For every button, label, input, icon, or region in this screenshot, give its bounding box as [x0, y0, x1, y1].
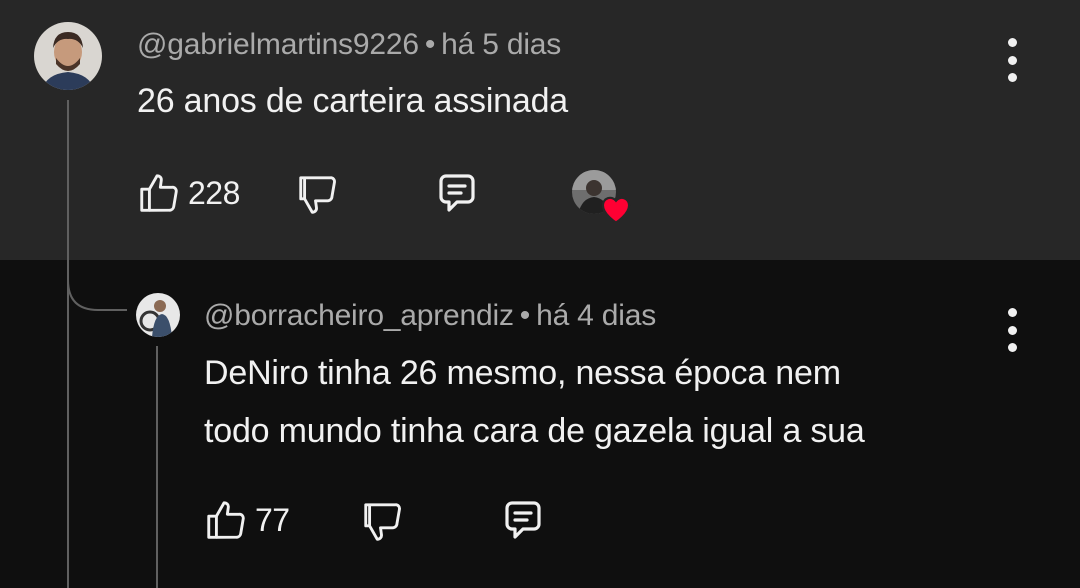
- comment-1: @gabrielmartins9226 • há 5 dias 26 anos de…: [0, 0, 1080, 260]
- comment-time[interactable]: há 5 dias: [441, 28, 561, 61]
- like-count: 228: [188, 174, 240, 211]
- dislike-button[interactable]: [360, 499, 406, 545]
- reply-thread-line: [156, 346, 158, 588]
- comment-meta: @borracheiro_aprendiz • há 4 dias: [204, 299, 656, 333]
- comment-text: 26 anos de carteira assinada: [137, 82, 569, 120]
- reply-icon: [505, 501, 541, 539]
- thread-branch: [67, 258, 127, 311]
- comment-time[interactable]: há 4 dias: [536, 299, 656, 332]
- comment-meta: @gabrielmartins9226 • há 5 dias: [137, 28, 561, 62]
- more-options-icon: [1007, 38, 1017, 47]
- creator-heart[interactable]: [572, 170, 636, 224]
- comment-text: DeNiro tinha 26 mesmo, nessa época nem t…: [204, 344, 865, 460]
- comment-text-line: todo mundo tinha cara de gazela igual a …: [204, 412, 865, 450]
- heart-icon: [601, 196, 631, 224]
- avatar[interactable]: [136, 293, 180, 337]
- dislike-button[interactable]: [295, 172, 341, 218]
- like-button[interactable]: 77: [203, 497, 290, 543]
- reply-button[interactable]: [498, 497, 548, 545]
- more-options-icon: [1007, 308, 1017, 317]
- comment-text-line: DeNiro tinha 26 mesmo, nessa época nem: [204, 354, 841, 392]
- meta-separator: •: [424, 28, 436, 61]
- meta-separator: •: [519, 299, 531, 332]
- avatar[interactable]: [34, 22, 102, 90]
- like-button[interactable]: 228: [136, 170, 240, 216]
- like-icon: [140, 174, 178, 212]
- dislike-icon: [364, 503, 401, 541]
- more-options-button[interactable]: [997, 308, 1027, 352]
- author-handle[interactable]: @borracheiro_aprendiz: [204, 299, 514, 332]
- author-handle[interactable]: @gabrielmartins9226: [137, 28, 419, 61]
- reply-button[interactable]: [432, 170, 482, 218]
- like-count: 77: [255, 501, 290, 538]
- reply-icon: [439, 174, 475, 212]
- like-icon: [207, 501, 245, 539]
- dislike-icon: [299, 176, 336, 214]
- more-options-button[interactable]: [997, 38, 1027, 82]
- thread-line: [67, 100, 69, 588]
